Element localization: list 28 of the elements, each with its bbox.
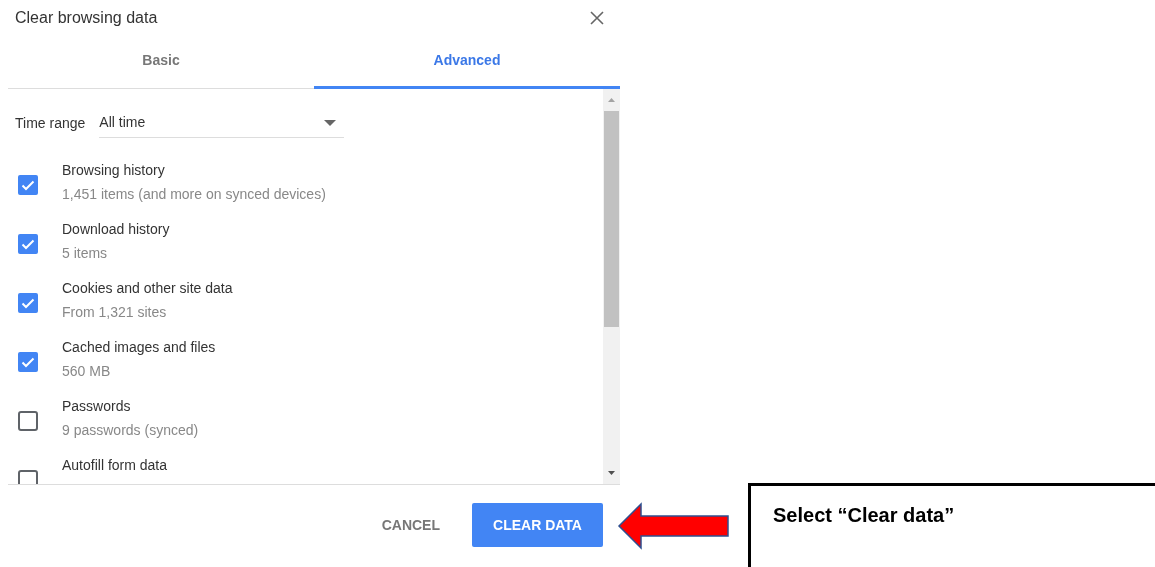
- option-label: Download history: [62, 220, 170, 239]
- tab[interactable]: Basic: [8, 35, 314, 89]
- checkbox[interactable]: [18, 411, 38, 431]
- close-icon[interactable]: [590, 11, 604, 25]
- option-detail: 1,451 items (and more on synced devices): [62, 185, 326, 204]
- checkbox[interactable]: [18, 470, 38, 484]
- option-label: Cached images and files: [62, 338, 216, 357]
- option-label: Autofill form data: [62, 456, 168, 475]
- checkbox[interactable]: [18, 175, 38, 195]
- option-label: Passwords: [62, 397, 132, 416]
- checkbox[interactable]: [18, 234, 38, 254]
- cancel-button[interactable]: CANCEL: [377, 503, 444, 547]
- checkbox[interactable]: [18, 352, 38, 372]
- option-detail: 5 items: [62, 244, 109, 263]
- option-detail: 9 passwords (synced): [62, 421, 199, 440]
- time-range-dropdown[interactable]: All time: [99, 108, 345, 138]
- option-detail: 560 MB: [62, 362, 112, 381]
- dropdown-caret-icon: [324, 119, 337, 126]
- tab[interactable]: Advanced: [314, 35, 620, 89]
- option-detail: From 1,321 sites: [62, 303, 168, 322]
- dialog-title: Clear browsing data: [15, 8, 158, 28]
- option-label: Browsing history: [62, 161, 166, 180]
- time-range-label: Time range: [15, 113, 86, 133]
- option-label: Cookies and other site data: [62, 279, 233, 298]
- checkbox[interactable]: [18, 293, 38, 313]
- clear-data-button[interactable]: CLEAR DATA: [472, 503, 603, 547]
- scrollbar[interactable]: [603, 89, 620, 484]
- callout-text: Select “Clear data”: [773, 504, 955, 526]
